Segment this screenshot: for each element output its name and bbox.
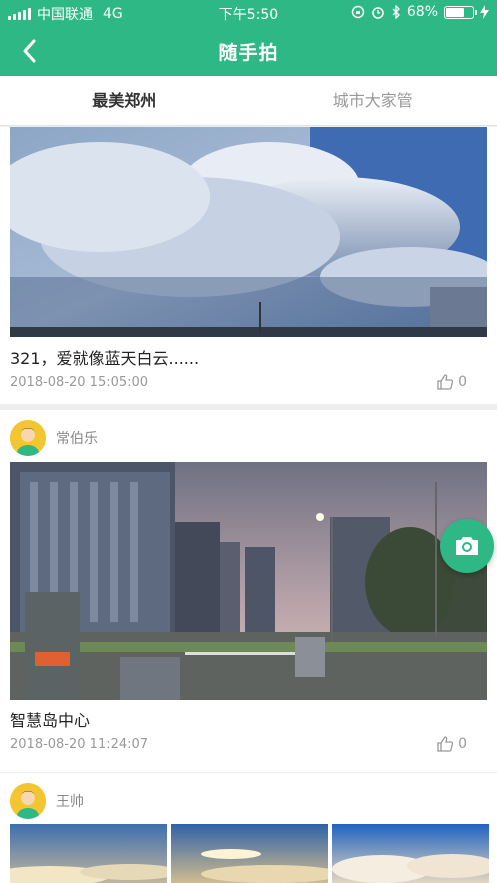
rotation-lock-icon (351, 5, 365, 19)
thumbs-up-icon (437, 736, 454, 752)
avatar[interactable] (10, 420, 46, 456)
status-bar: 中国联通 4G 下午5:50 68% (0, 0, 497, 26)
post-thumbnail[interactable] (171, 824, 328, 883)
post-time: 2018-08-20 11:24:07 (10, 737, 149, 752)
post-caption: 智慧岛中心 (10, 711, 91, 730)
post-caption: 321，爱就像蓝天白云...... (10, 349, 200, 368)
page-title: 随手拍 (218, 42, 279, 64)
post-author[interactable]: 常伯乐 (10, 420, 98, 456)
post-author[interactable]: 王帅 (10, 783, 84, 819)
like-count: 0 (458, 736, 467, 752)
username: 常伯乐 (56, 431, 98, 447)
alarm-icon (372, 7, 384, 19)
post-photo[interactable] (10, 462, 487, 700)
like-button[interactable]: 0 (436, 373, 467, 391)
thumbnail-strip (10, 824, 489, 883)
bluetooth-icon (392, 5, 400, 19)
thumbs-up-icon (437, 374, 454, 390)
tab-city-management[interactable]: 城市大家管 (249, 76, 497, 125)
tab-bar: 最美郑州 城市大家管 (0, 76, 497, 126)
username: 王帅 (56, 794, 84, 810)
tab-most-beautiful-zhengzhou[interactable]: 最美郑州 (0, 76, 249, 125)
post-card[interactable]: 321，爱就像蓝天白云...... 2018-08-20 15:05:00 0 (0, 127, 497, 404)
post-card[interactable]: 常伯乐 智慧岛中心 2018-08-20 11:24:07 0 (0, 410, 497, 772)
post-photo[interactable] (10, 127, 487, 337)
charging-icon (480, 5, 489, 19)
avatar[interactable] (10, 783, 46, 819)
battery-percent: 68% (406, 4, 438, 20)
camera-icon (456, 537, 478, 555)
battery-icon (444, 5, 477, 19)
post-feed[interactable]: 321，爱就像蓝天白云...... 2018-08-20 15:05:00 0 … (0, 127, 497, 883)
camera-button[interactable] (440, 519, 494, 573)
like-button[interactable]: 0 (436, 735, 467, 753)
like-count: 0 (458, 374, 467, 390)
post-thumbnail[interactable] (332, 824, 489, 883)
navigation-bar: 随手拍 (0, 26, 497, 76)
post-time: 2018-08-20 15:05:00 (10, 375, 149, 390)
post-thumbnail[interactable] (10, 824, 167, 883)
